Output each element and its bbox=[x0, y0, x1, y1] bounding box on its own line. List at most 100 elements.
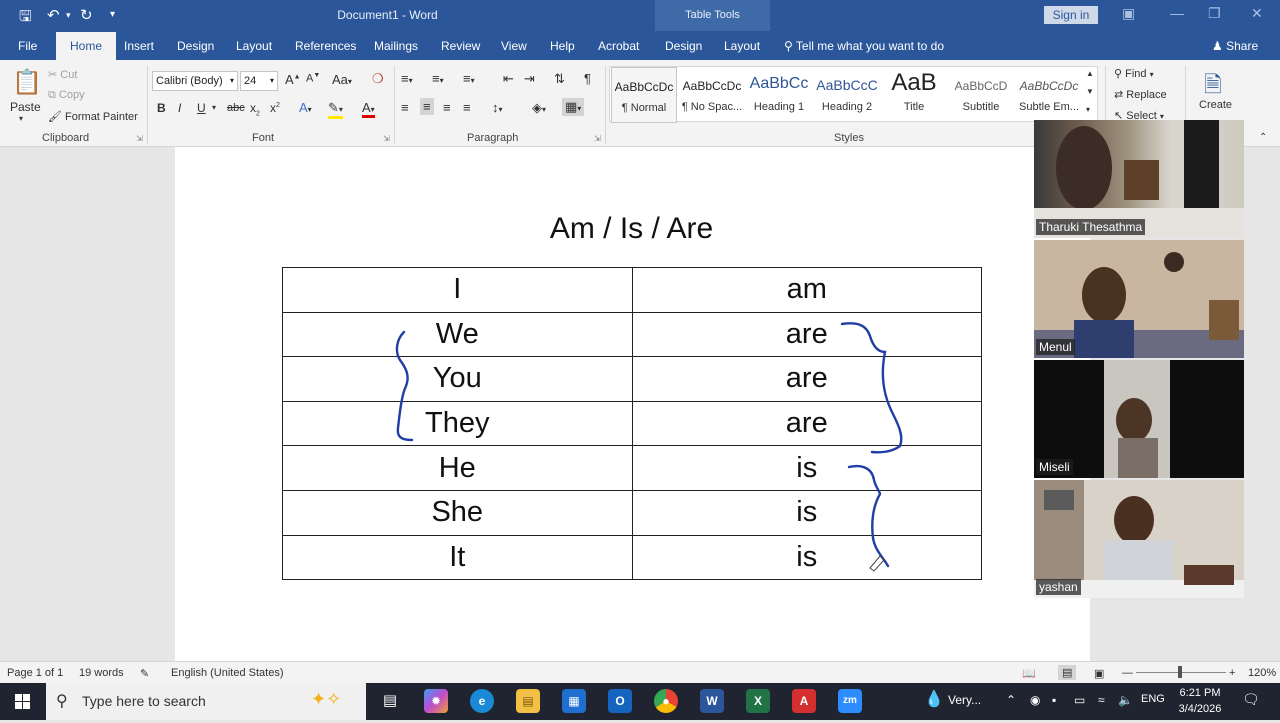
find-button[interactable]: ⚲ Find ▾ bbox=[1114, 67, 1154, 80]
paste-dropdown-icon[interactable]: ▾ bbox=[19, 114, 23, 123]
grow-font-icon[interactable]: A▲ bbox=[285, 72, 301, 87]
style-title[interactable]: AaB Title bbox=[881, 67, 947, 123]
justify-icon[interactable]: ≡ bbox=[463, 100, 471, 115]
tab-layout[interactable]: Layout bbox=[236, 39, 272, 53]
underline-dropdown-icon[interactable]: ▾ bbox=[212, 103, 216, 112]
store-icon[interactable]: ▦ bbox=[562, 689, 586, 713]
task-view-icon[interactable]: ▤ bbox=[378, 689, 402, 713]
line-spacing-icon[interactable]: ↕▾ bbox=[492, 100, 503, 115]
volume-icon[interactable]: 🔈 bbox=[1118, 693, 1133, 707]
decrease-indent-icon[interactable]: ⇤ bbox=[503, 71, 514, 87]
weather-icon[interactable]: 💧 bbox=[924, 689, 944, 709]
paragraph-launcher-icon[interactable]: ⇲ bbox=[594, 134, 601, 143]
underline-icon[interactable]: U bbox=[197, 101, 206, 115]
camera-icon[interactable]: ◉ bbox=[1030, 693, 1040, 707]
verb-cell[interactable]: am bbox=[631, 267, 983, 313]
create-pdf-button[interactable]: Create bbox=[1199, 99, 1232, 111]
restore-icon[interactable]: ❐ bbox=[1208, 5, 1221, 22]
bullets-icon[interactable]: ≡▾ bbox=[401, 71, 413, 86]
styles-more-icon[interactable]: ▾ bbox=[1086, 105, 1090, 114]
tab-design[interactable]: Design bbox=[177, 39, 214, 53]
share-button[interactable]: ♟ Share bbox=[1212, 39, 1258, 53]
style-heading-1[interactable]: AaBbCc Heading 1 bbox=[746, 67, 812, 123]
copilot-icon[interactable]: ✹ bbox=[424, 689, 448, 713]
paste-button[interactable]: Paste bbox=[10, 100, 41, 114]
pronoun-cell[interactable]: He bbox=[282, 445, 633, 491]
pronoun-cell[interactable]: We bbox=[282, 311, 633, 358]
align-right-icon[interactable]: ≡ bbox=[443, 100, 451, 115]
cut-button[interactable]: ✂ Cut bbox=[48, 68, 77, 81]
zoom-slider-thumb[interactable] bbox=[1178, 666, 1182, 678]
verb-cell[interactable]: is bbox=[631, 445, 983, 491]
minimize-icon[interactable]: — bbox=[1170, 5, 1184, 21]
pronoun-cell[interactable]: She bbox=[282, 489, 633, 536]
bold-icon[interactable]: B bbox=[157, 101, 166, 115]
style-heading-2[interactable]: AaBbCcC Heading 2 bbox=[814, 67, 880, 123]
tab-file[interactable]: File bbox=[18, 39, 37, 53]
edge-icon[interactable]: e bbox=[470, 689, 494, 713]
chrome-icon[interactable]: ● bbox=[654, 689, 678, 713]
borders-icon[interactable]: ▦▾ bbox=[562, 98, 585, 116]
acrobat-icon[interactable]: A bbox=[792, 689, 816, 713]
tab-home[interactable]: Home bbox=[56, 32, 117, 60]
font-size-combo[interactable]: 24 ▾ bbox=[240, 71, 278, 91]
close-icon[interactable]: ✕ bbox=[1251, 5, 1263, 22]
clock[interactable]: 6:21 PM 3/4/2026 bbox=[1170, 685, 1230, 717]
verb-cell[interactable]: is bbox=[631, 489, 983, 536]
taskbar-search[interactable]: ⚲ Type here to search ✦✧ bbox=[46, 683, 366, 720]
outlook-icon[interactable]: O bbox=[608, 689, 632, 713]
style-no-spacing[interactable]: AaBbCcDc ¶ No Spac... bbox=[679, 67, 745, 123]
read-mode-icon[interactable]: 📖 bbox=[1022, 667, 1036, 680]
verb-cell[interactable]: are bbox=[631, 400, 983, 447]
tab-mailings[interactable]: Mailings bbox=[374, 39, 418, 53]
weather-text[interactable]: Very... bbox=[948, 693, 981, 707]
copy-button[interactable]: ⧉ Copy bbox=[48, 89, 85, 102]
align-center-icon[interactable]: ≡ bbox=[420, 98, 434, 115]
tab-help[interactable]: Help bbox=[550, 39, 575, 53]
input-language[interactable]: ENG bbox=[1141, 693, 1165, 705]
ribbon-display-icon[interactable]: ▣ bbox=[1122, 5, 1135, 22]
change-case-icon[interactable]: Aa▾ bbox=[332, 72, 352, 87]
replace-button[interactable]: ⇄ Replace bbox=[1114, 88, 1167, 101]
sign-in-button[interactable]: Sign in bbox=[1044, 6, 1098, 24]
battery-icon[interactable]: ▭ bbox=[1074, 693, 1085, 707]
font-color-icon[interactable]: A▾ bbox=[362, 100, 375, 118]
style-normal[interactable]: AaBbCcDc ¶ Normal bbox=[611, 67, 677, 123]
align-left-icon[interactable]: ≡ bbox=[401, 100, 409, 115]
participant-tile[interactable]: yashan bbox=[1034, 480, 1244, 598]
font-launcher-icon[interactable]: ⇲ bbox=[383, 134, 390, 143]
word-table[interactable]: Iam We are You are They are He is She is It is bbox=[282, 267, 983, 581]
clear-formatting-icon[interactable]: ❍ bbox=[372, 71, 384, 87]
verb-cell[interactable]: are bbox=[631, 311, 983, 358]
page-count[interactable]: Page 1 of 1 bbox=[7, 667, 63, 679]
show-hidden-icons-icon[interactable]: ⌃ bbox=[1006, 693, 1016, 707]
shrink-font-icon[interactable]: A▼ bbox=[306, 72, 320, 85]
pronoun-cell[interactable]: I bbox=[282, 267, 633, 313]
zoom-out-icon[interactable]: — bbox=[1122, 667, 1133, 679]
tab-insert[interactable]: Insert bbox=[124, 39, 154, 53]
tab-review[interactable]: Review bbox=[441, 39, 480, 53]
zoom-in-icon[interactable]: + bbox=[1229, 667, 1235, 679]
tab-references[interactable]: References bbox=[295, 39, 356, 53]
format-painter-button[interactable]: 🖌 Format Painter bbox=[48, 110, 138, 123]
verb-cell[interactable]: is bbox=[631, 534, 983, 581]
numbering-icon[interactable]: ≡▾ bbox=[432, 71, 444, 86]
web-layout-icon[interactable]: ▣ bbox=[1094, 667, 1104, 680]
language-indicator[interactable]: English (United States) bbox=[171, 667, 284, 679]
document-heading[interactable]: Am / Is / Are bbox=[175, 212, 1088, 246]
tab-view[interactable]: View bbox=[501, 39, 527, 53]
italic-icon[interactable]: I bbox=[178, 101, 181, 115]
font-name-combo[interactable]: Calibri (Body) ▾ bbox=[152, 71, 238, 91]
style-subtle-emphasis[interactable]: AaBbCcDc Subtle Em... bbox=[1016, 67, 1082, 123]
paste-icon[interactable]: 📋 bbox=[12, 68, 42, 97]
strikethrough-icon[interactable]: abc bbox=[227, 102, 245, 114]
pronoun-cell[interactable]: You bbox=[282, 356, 633, 402]
tab-acrobat[interactable]: Acrobat bbox=[598, 39, 639, 53]
word-icon[interactable]: W bbox=[700, 689, 724, 713]
verb-cell[interactable]: are bbox=[631, 356, 983, 402]
pronoun-cell[interactable]: They bbox=[282, 400, 633, 447]
increase-indent-icon[interactable]: ⇥ bbox=[524, 71, 535, 87]
styles-scroll-down-icon[interactable]: ▼ bbox=[1086, 87, 1094, 96]
microphone-icon[interactable]: ▪ bbox=[1052, 693, 1056, 707]
clipboard-launcher-icon[interactable]: ⇲ bbox=[136, 134, 143, 143]
